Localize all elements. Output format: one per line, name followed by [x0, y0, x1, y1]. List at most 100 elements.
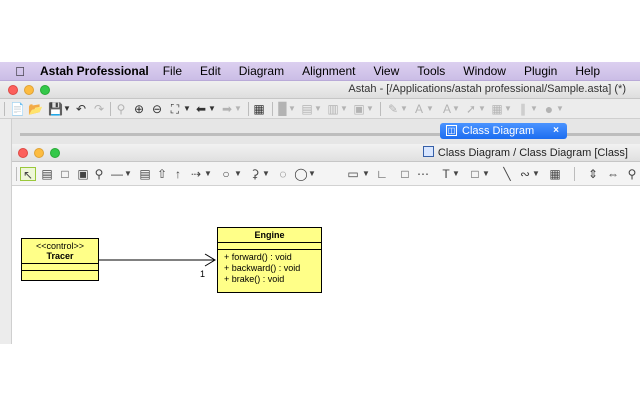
zoom-icon[interactable]: ⚲ — [114, 102, 128, 116]
chevron-down-icon[interactable]: ▼ — [308, 167, 316, 181]
chevron-down-icon[interactable]: ▼ — [183, 102, 191, 116]
main-toolbar: 📄 📂 💾 ▼ ↶ ↷ ⚲ ⊕ ⊖ ⛶ ▼ ⬅ ▼ ➡ ▼ ▦ ▉ ▼ ▤ ▼ … — [0, 99, 640, 119]
chevron-down-icon[interactable]: ▼ — [208, 102, 216, 116]
chevron-down-icon[interactable]: ▼ — [504, 102, 512, 116]
select-tool-icon[interactable]: ↖ — [20, 167, 36, 182]
fit-window-icon[interactable]: ⛶ — [168, 102, 182, 116]
menu-view[interactable]: View — [373, 64, 399, 78]
zoom-in-icon[interactable]: ⊕ — [132, 102, 146, 116]
provided-interface-tool-icon[interactable]: ⚳ — [248, 167, 262, 181]
layout-icon[interactable]: ▣ — [352, 102, 366, 116]
toolbar-separator — [380, 102, 381, 116]
chevron-down-icon[interactable]: ▼ — [452, 167, 460, 181]
rectangle-tool-icon[interactable]: ▭ — [346, 167, 360, 181]
chevron-down-icon[interactable]: ▼ — [63, 102, 71, 116]
dependency-tool-icon[interactable]: ⇢ — [188, 167, 204, 181]
forward-arrow-icon[interactable]: ➡ — [220, 102, 234, 116]
chevron-down-icon[interactable]: ▼ — [478, 102, 486, 116]
close-diagram-button[interactable] — [18, 148, 28, 158]
menu-tools[interactable]: Tools — [417, 64, 445, 78]
realization-tool-icon[interactable]: ↑ — [172, 167, 184, 181]
chevron-down-icon[interactable]: ▼ — [400, 102, 408, 116]
instance-tool-icon[interactable]: ○ — [220, 167, 232, 181]
grid-icon[interactable]: ▦ — [252, 102, 266, 116]
chevron-down-icon[interactable]: ▼ — [482, 167, 490, 181]
text-tool-icon[interactable]: T — [440, 167, 452, 181]
operation-item: + forward() : void — [224, 252, 292, 262]
pin-icon[interactable]: ⚲ — [626, 167, 638, 181]
note-tool-icon[interactable]: □ — [398, 167, 412, 181]
class-tracer[interactable]: <<control>> Tracer — [21, 238, 99, 281]
size-icon[interactable]: ▥ — [326, 102, 340, 116]
menu-window[interactable]: Window — [463, 64, 506, 78]
connector-icon[interactable]: ∥ — [516, 102, 530, 116]
menu-plugin[interactable]: Plugin — [524, 64, 557, 78]
chevron-down-icon[interactable]: ▼ — [124, 167, 132, 181]
chevron-down-icon[interactable]: ▼ — [452, 102, 460, 116]
chevron-down-icon[interactable]: ▼ — [426, 102, 434, 116]
chevron-down-icon[interactable]: ▼ — [530, 102, 538, 116]
generalization-tool-icon[interactable]: ⇧ — [156, 167, 168, 181]
menu-alignment[interactable]: Alignment — [302, 64, 355, 78]
apple-icon[interactable]:  — [0, 64, 40, 79]
vertical-space-icon[interactable]: ⇕ — [586, 167, 600, 181]
toolbar-separator — [248, 102, 249, 116]
chevron-down-icon[interactable]: ▼ — [340, 102, 348, 116]
zoom-diagram-button[interactable] — [50, 148, 60, 158]
operation-item: + backward() : void — [224, 263, 301, 273]
chevron-down-icon[interactable]: ▼ — [262, 167, 270, 181]
diagram-canvas[interactable]: 1 <<control>> Tracer Engine + forward() … — [12, 186, 640, 344]
chevron-down-icon[interactable]: ▼ — [234, 167, 242, 181]
minimize-window-button[interactable] — [24, 85, 34, 95]
shape-tool-icon[interactable]: □ — [468, 167, 482, 181]
constraint-tool-icon[interactable]: ∟ — [376, 167, 388, 181]
line-tool-icon[interactable]: ╲ — [500, 167, 514, 181]
save-icon[interactable]: 💾 — [48, 102, 63, 116]
interface-tool-icon[interactable]: ⚲ — [94, 167, 104, 181]
left-panel-strip[interactable] — [0, 119, 12, 344]
chevron-down-icon[interactable]: ▼ — [234, 102, 242, 116]
new-file-icon[interactable]: 📄 — [10, 102, 25, 116]
chevron-down-icon[interactable]: ▼ — [314, 102, 322, 116]
tab-class-diagram[interactable]: ◫ Class Diagram × — [440, 123, 567, 139]
menu-app-name[interactable]: Astah Professional — [40, 64, 149, 78]
close-window-button[interactable] — [8, 85, 18, 95]
subsystem-tool-icon[interactable]: ▣ — [76, 167, 90, 181]
zoom-out-icon[interactable]: ⊖ — [150, 102, 164, 116]
association-tool-icon[interactable]: — — [110, 167, 124, 181]
class-tool-icon[interactable]: ▤ — [40, 167, 54, 181]
close-tab-icon[interactable]: × — [553, 123, 559, 139]
menu-edit[interactable]: Edit — [200, 64, 221, 78]
chevron-down-icon[interactable]: ▼ — [366, 102, 374, 116]
required-interface-tool-icon[interactable]: ◌ — [276, 167, 290, 181]
chevron-down-icon[interactable]: ▼ — [204, 167, 212, 181]
chevron-down-icon[interactable]: ▼ — [288, 102, 296, 116]
menu-file[interactable]: File — [163, 64, 182, 78]
association-class-tool-icon[interactable]: ▤ — [138, 167, 152, 181]
chevron-down-icon[interactable]: ▼ — [556, 102, 564, 116]
note-anchor-tool-icon[interactable]: ⋯ — [416, 167, 430, 181]
menu-diagram[interactable]: Diagram — [239, 64, 284, 78]
menu-help[interactable]: Help — [575, 64, 600, 78]
zoom-window-button[interactable] — [40, 85, 50, 95]
line-style-icon[interactable]: ➚ — [464, 102, 478, 116]
chevron-down-icon[interactable]: ▼ — [532, 167, 540, 181]
back-arrow-icon[interactable]: ⬅ — [194, 102, 208, 116]
image-tool-icon[interactable]: ▦ — [548, 167, 562, 181]
distribute-icon[interactable]: ▤ — [300, 102, 314, 116]
horizontal-space-icon[interactable]: ⇔ — [606, 167, 620, 181]
fill-color-icon[interactable]: ● — [542, 102, 556, 116]
redo-icon[interactable]: ↷ — [92, 102, 106, 116]
freehand-tool-icon[interactable]: ∾ — [518, 167, 532, 181]
minimize-diagram-button[interactable] — [34, 148, 44, 158]
tree-layout-icon[interactable]: ▦ — [490, 102, 504, 116]
package-tool-icon[interactable]: □ — [58, 167, 72, 181]
chevron-down-icon[interactable]: ▼ — [362, 167, 370, 181]
undo-icon[interactable]: ↶ — [74, 102, 88, 116]
class-diagram-icon: ◫ — [446, 125, 457, 136]
font-color-icon[interactable]: A — [412, 102, 426, 116]
line-color-icon[interactable]: ✎ — [386, 102, 400, 116]
open-folder-icon[interactable]: 📂 — [28, 102, 43, 116]
class-engine[interactable]: Engine + forward() : void + backward() :… — [217, 227, 322, 293]
port-tool-icon[interactable]: ◯ — [294, 167, 308, 181]
